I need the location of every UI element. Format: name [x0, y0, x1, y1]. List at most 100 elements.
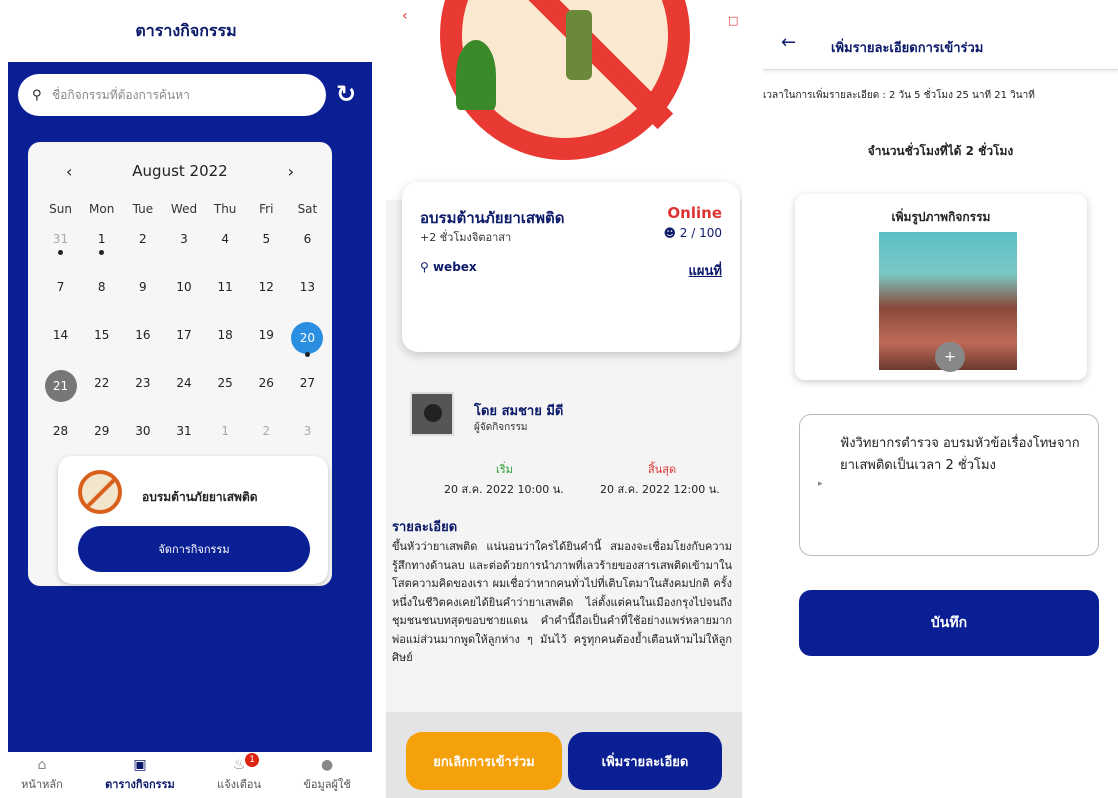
calendar-day[interactable]: 10: [163, 276, 204, 324]
tab-notifications[interactable]: ♨ 1 แจ้งเตือน: [217, 753, 262, 793]
calendar-day[interactable]: 11: [205, 276, 246, 324]
cannabis-leaf-graphic: [456, 40, 496, 110]
day-number: 8: [97, 280, 106, 294]
activity-mode: Online: [667, 204, 722, 222]
organizer-name: โดย สมชาย มีดี: [474, 404, 564, 419]
calendar-day[interactable]: 15: [81, 324, 122, 372]
calendar-day[interactable]: 6: [287, 228, 328, 276]
weekday-label: Thu: [213, 202, 237, 216]
photo-card-title: เพิ่มรูปภาพกิจกรรม: [891, 210, 991, 224]
search-placeholder: ชื่อกิจกรรมที่ต้องการค้นหา: [52, 87, 190, 102]
weekday-label: Sat: [297, 202, 318, 216]
calendar-day[interactable]: 22: [81, 372, 122, 420]
day-number: 20: [291, 322, 324, 354]
month-label: August 2022: [132, 162, 228, 180]
calendar-day[interactable]: 18: [205, 324, 246, 372]
calendar-day[interactable]: 3: [163, 228, 204, 276]
calendar-day[interactable]: 8: [81, 276, 122, 324]
day-number: 2: [262, 424, 271, 438]
end-time: 20 ส.ค. 2022 12:00 น.: [600, 483, 720, 496]
details-heading: รายละเอียด: [392, 520, 458, 535]
calendar-day[interactable]: 13: [287, 276, 328, 324]
tab-label: หน้าหลัก: [21, 778, 63, 791]
weekday-row: Sun Mon Tue Wed Thu Fri Sat: [40, 202, 328, 216]
search-input[interactable]: ⚲ ชื่อกิจกรรมที่ต้องการค้นหา: [18, 74, 326, 116]
start-label: เริ่ม: [496, 463, 513, 476]
calendar-day[interactable]: 5: [246, 228, 287, 276]
calendar-day[interactable]: 4: [205, 228, 246, 276]
calendar-day[interactable]: 9: [122, 276, 163, 324]
cancel-participation-button[interactable]: ยกเลิกการเข้าร่วม: [406, 732, 562, 790]
people-icon: ☻: [663, 226, 680, 240]
event-logo: [78, 470, 122, 514]
day-number: 6: [303, 232, 312, 246]
prev-month-button[interactable]: ‹: [66, 162, 72, 181]
day-number: 18: [217, 328, 233, 342]
location-value: webex: [432, 260, 477, 274]
calendar-day[interactable]: 21: [40, 370, 81, 420]
manage-activity-button[interactable]: จัดการกิจกรรม: [78, 526, 310, 572]
bottle-graphic: [566, 10, 592, 80]
day-number: 2: [139, 232, 147, 246]
calendar-day[interactable]: 12: [246, 276, 287, 324]
calendar-icon: ▣: [133, 757, 147, 773]
weekday-label: Fri: [259, 202, 274, 216]
activity-title: อบรมต้านภัยยาเสพติด: [420, 209, 565, 227]
weekday-label: Tue: [132, 202, 154, 216]
save-button[interactable]: บันทึก: [799, 590, 1099, 656]
event-dot: [304, 352, 310, 357]
description-value: ฟังวิทยากรตำรวจ อบรมหัวข้อเรื่องโทษจากยา…: [840, 436, 1080, 473]
event-card[interactable]: อบรมต้านภัยยาเสพติด จัดการกิจกรรม: [58, 456, 328, 584]
day-number: 24: [176, 376, 192, 390]
participant-count: ☻ 2 / 100: [663, 226, 722, 240]
calendar-day[interactable]: 14: [40, 324, 81, 372]
calendar-day[interactable]: 16: [122, 324, 163, 372]
add-details-button[interactable]: เพิ่มรายละเอียด: [568, 732, 722, 790]
description-textarea[interactable]: ▸ ฟังวิทยากรตำรวจ อบรมหัวข้อเรื่องโทษจาก…: [799, 414, 1099, 556]
page-title: ตารางกิจกรรม: [0, 0, 372, 62]
back-arrow-icon[interactable]: ←: [781, 32, 796, 53]
calendar-day[interactable]: 19: [246, 324, 287, 372]
calendar-day[interactable]: 24: [163, 372, 204, 420]
day-number: 1: [221, 424, 229, 438]
activity-info-card: อบรมต้านภัยยาเสพติด Online +2 ชั่วโมงจิต…: [402, 182, 740, 352]
weekday-label: Wed: [170, 202, 198, 216]
day-number: 7: [56, 280, 65, 294]
location-pin-icon: ⚲: [420, 260, 433, 274]
calendar-day[interactable]: 23: [122, 372, 163, 420]
day-number: 9: [139, 280, 147, 294]
calendar-day[interactable]: 27: [287, 372, 328, 420]
tab-profile[interactable]: ● ข้อมูลผู้ใช้: [303, 757, 350, 793]
day-number: 13: [299, 280, 316, 294]
add-photo-icon[interactable]: +: [935, 342, 965, 372]
search-icon: ⚲: [32, 87, 42, 103]
calendar-day[interactable]: 26: [246, 372, 287, 420]
day-number: 27: [299, 376, 316, 390]
event-dot: [99, 250, 105, 255]
calendar-day[interactable]: 31: [40, 228, 81, 276]
calendar-day[interactable]: 20: [287, 322, 328, 372]
calendar-day[interactable]: 7: [40, 276, 81, 324]
map-link[interactable]: แผนที่: [689, 260, 722, 281]
back-icon[interactable]: ‹: [402, 8, 408, 24]
tab-schedule[interactable]: ▣ ตารางกิจกรรม: [105, 757, 175, 793]
notification-badge: 1: [245, 753, 260, 767]
calendar-day[interactable]: 17: [163, 324, 204, 372]
tab-label: แจ้งเตือน: [217, 778, 262, 791]
refresh-icon[interactable]: ↻: [336, 80, 356, 108]
day-number: 12: [258, 280, 274, 294]
event-title: อบรมต้านภัยยาเสพติด: [142, 490, 258, 504]
share-icon[interactable]: □: [728, 14, 738, 27]
calendar-day[interactable]: 1: [81, 228, 122, 276]
day-number: 21: [44, 370, 77, 402]
day-number: 31: [176, 424, 192, 438]
app-bar: ← เพิ่มรายละเอียดการเข้าร่วม: [763, 0, 1118, 70]
next-month-button[interactable]: ›: [288, 162, 294, 181]
day-number: 14: [52, 328, 69, 342]
tab-home[interactable]: ⌂ หน้าหลัก: [21, 757, 63, 793]
weekday-label: Sun: [49, 202, 72, 216]
calendar-day[interactable]: 25: [205, 372, 246, 420]
day-number: 29: [94, 424, 110, 438]
calendar-day[interactable]: 2: [122, 228, 163, 276]
day-number: 22: [94, 376, 110, 390]
